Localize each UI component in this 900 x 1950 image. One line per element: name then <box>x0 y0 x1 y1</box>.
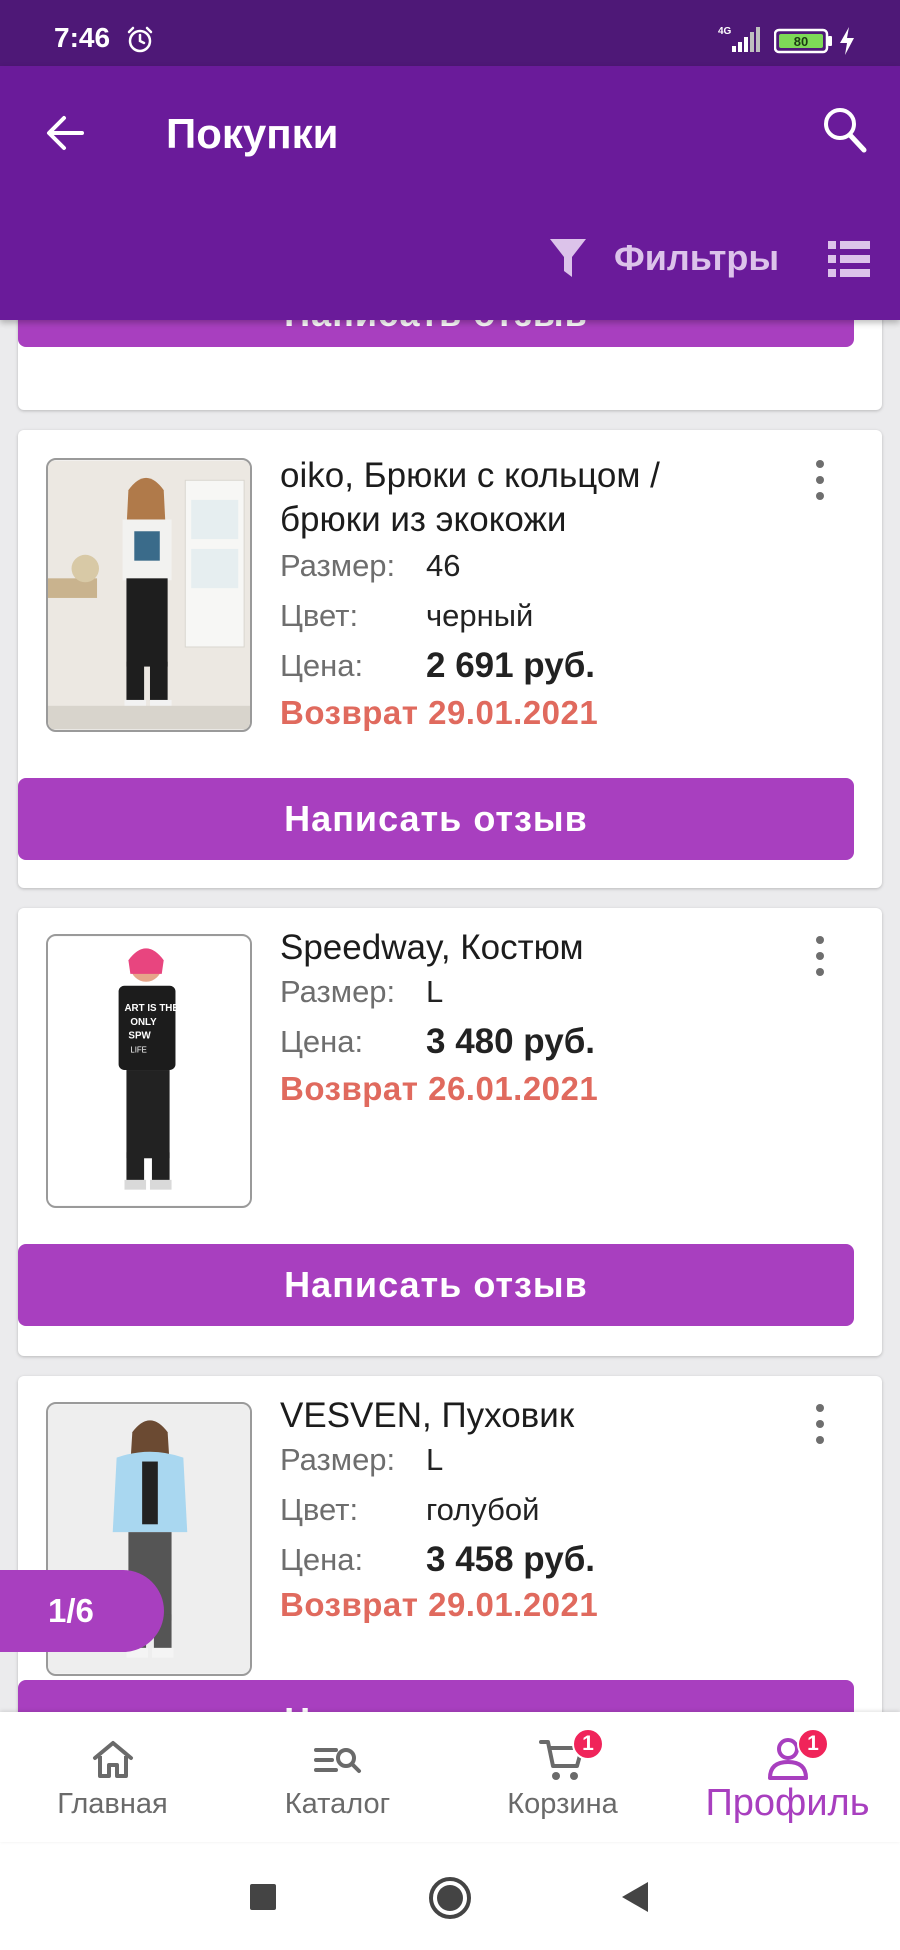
size-label: Размер: <box>280 1442 396 1477</box>
signal-icon: 4G <box>718 26 760 52</box>
purchase-card: VESVEN, Пуховик Размер: L Цвет: голубой … <box>18 1376 882 1712</box>
profile-badge: 1 <box>797 1728 829 1760</box>
color-value: черный <box>426 598 534 633</box>
write-review-button[interactable]: Написать отзыв <box>18 1244 854 1326</box>
price-label: Цена: <box>280 648 364 683</box>
network-type: 4G <box>718 26 732 37</box>
size-label: Размер: <box>280 974 396 1009</box>
write-review-button[interactable]: Написать отзыв <box>18 320 854 347</box>
more-options-icon[interactable] <box>812 456 828 504</box>
purchase-card: oiko, Брюки с кольцом / брюки из экокожи… <box>18 430 882 888</box>
size-row: Размер: L <box>280 1440 443 1480</box>
price-label: Цена: <box>280 1542 364 1577</box>
write-review-button[interactable]: Написать отзыв <box>18 778 854 860</box>
charging-icon <box>840 27 854 55</box>
price-row: Цена: 3 480 руб. <box>280 1022 595 1062</box>
return-date: Возврат 29.01.2021 <box>280 694 599 731</box>
price-value: 3 458 руб. <box>426 1540 596 1579</box>
back-arrow-icon[interactable] <box>42 110 88 156</box>
nav-label-home: Главная <box>57 1788 168 1820</box>
nav-item-cart[interactable]: 1 Корзина <box>450 1712 675 1842</box>
size-label: Размер: <box>280 548 396 583</box>
purchase-card-partial: Написать отзыв <box>18 320 882 410</box>
nav-item-home[interactable]: Главная <box>0 1712 225 1842</box>
product-title[interactable]: Speedway, Костюм <box>280 926 770 970</box>
size-row: Размер: L <box>280 972 443 1012</box>
recent-apps-icon[interactable] <box>250 1884 276 1910</box>
svg-text:ART IS THE: ART IS THE <box>124 1003 179 1014</box>
purchase-card: ART IS THE ONLY SPW LIFE Speedway, Костю… <box>18 908 882 1356</box>
purchases-list[interactable]: Написать отзыв oik <box>0 320 900 1712</box>
color-label: Цвет: <box>280 598 359 633</box>
svg-text:LIFE: LIFE <box>130 1045 147 1054</box>
svg-text:ONLY: ONLY <box>130 1017 157 1028</box>
status-time: 7:46 <box>54 22 111 53</box>
more-options-icon[interactable] <box>812 932 828 980</box>
system-navigation-bar <box>0 1842 900 1950</box>
price-row: Цена: 3 458 руб. <box>280 1540 595 1580</box>
price-row: Цена: 2 691 руб. <box>280 646 595 686</box>
price-value: 3 480 руб. <box>426 1022 596 1061</box>
size-value: L <box>426 1442 444 1477</box>
filters-label: Фильтры <box>614 237 780 278</box>
app-bar: Покупки Фильтры <box>0 66 900 320</box>
system-back-icon[interactable] <box>620 1880 650 1914</box>
price-label: Цена: <box>280 1024 364 1059</box>
color-label: Цвет: <box>280 1492 359 1527</box>
return-date: Возврат 26.01.2021 <box>280 1070 599 1107</box>
product-title[interactable]: VESVEN, Пуховик <box>280 1394 770 1438</box>
size-row: Размер: 46 <box>280 546 460 586</box>
filter-icon <box>550 239 586 277</box>
battery-icon: 80 <box>774 28 832 54</box>
search-icon[interactable] <box>820 104 868 156</box>
nav-label-catalog: Каталог <box>284 1788 391 1820</box>
return-date: Возврат 29.01.2021 <box>280 1586 599 1623</box>
nav-label-profile: Профиль <box>705 1782 870 1824</box>
product-image[interactable]: ART IS THE ONLY SPW LIFE <box>46 934 252 1208</box>
catalog-icon <box>313 1748 361 1773</box>
more-options-icon[interactable] <box>812 1400 828 1448</box>
filters-button[interactable]: Фильтры <box>548 230 779 286</box>
nav-label-cart: Корзина <box>507 1788 618 1820</box>
color-row: Цвет: голубой <box>280 1490 539 1530</box>
write-review-button[interactable]: Написать отзыв <box>18 1680 854 1712</box>
home-icon <box>92 1741 133 1778</box>
product-image[interactable] <box>46 458 252 732</box>
product-photo: ART IS THE ONLY SPW LIFE <box>48 936 250 1206</box>
color-value: голубой <box>426 1492 540 1527</box>
alarm-icon <box>127 26 153 53</box>
size-value: 46 <box>426 548 461 583</box>
page-indicator: 1/6 <box>0 1570 164 1652</box>
bottom-navigation: Главная Каталог 1 Корзина 1 Профиль <box>0 1712 900 1842</box>
product-title[interactable]: oiko, Брюки с кольцом / брюки из экокожи <box>280 454 770 542</box>
price-value: 2 691 руб. <box>426 646 596 685</box>
nav-item-catalog[interactable]: Каталог <box>225 1712 450 1842</box>
svg-text:SPW: SPW <box>128 1031 151 1042</box>
home-button-icon[interactable] <box>428 1876 472 1920</box>
cart-badge: 1 <box>572 1728 604 1760</box>
status-bar: 7:46 4G 80 <box>0 0 900 66</box>
product-photo <box>48 460 250 730</box>
color-row: Цвет: черный <box>280 596 533 636</box>
size-value: L <box>426 974 444 1009</box>
page-title: Покупки <box>166 110 339 157</box>
nav-item-profile[interactable]: 1 Профиль <box>675 1712 900 1842</box>
battery-level: 80 <box>794 34 808 49</box>
list-view-icon[interactable] <box>828 238 870 280</box>
